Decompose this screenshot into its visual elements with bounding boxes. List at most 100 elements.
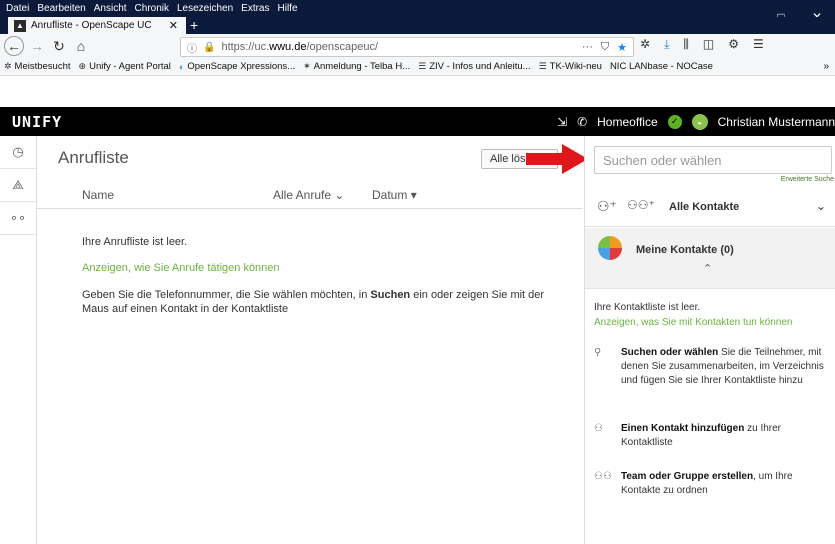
page-title: Anrufliste: [58, 148, 129, 167]
home-icon[interactable]: ⌂: [72, 37, 90, 55]
menu-ansicht[interactable]: Ansicht: [94, 3, 127, 14]
contacts-toolbar: ⚇⁺ ⚇⚇⁺ Alle Kontakte ⌄: [585, 188, 835, 227]
menu-extras[interactable]: Extras: [241, 3, 269, 14]
instructions-pre: Geben Sie die Telefonnummer, die Sie wäh…: [82, 289, 371, 301]
page-gap: [0, 76, 835, 107]
bookmarks-more-button[interactable]: »: [823, 61, 829, 72]
reload-icon[interactable]: ↻: [50, 37, 68, 55]
add-contact-icon[interactable]: ⚇⁺: [597, 198, 617, 215]
contacts-empty-message: Ihre Kontaktliste ist leer.: [594, 302, 701, 313]
url-path: /openscapeuc/: [306, 41, 379, 53]
search-input[interactable]: Suchen oder wählen: [594, 146, 832, 174]
bookmark-telba[interactable]: ✶ Anmeldung - Telba H...: [303, 61, 410, 72]
info-icon[interactable]: ⓘ: [187, 40, 197, 55]
sidebar-icon[interactable]: ◫: [703, 37, 714, 52]
filter-label: Alle Anrufe: [273, 188, 332, 202]
add-group-icon[interactable]: ⚇⚇⁺: [627, 198, 655, 212]
my-contacts-section[interactable]: Meine Kontakte (0) ⌃: [585, 228, 835, 289]
forward-call-icon[interactable]: ⇲: [557, 115, 567, 129]
page-actions-icon[interactable]: ···: [582, 41, 593, 54]
app-header: unify ⇲ ✆ Homeoffice ✓ ◒ Christian Muste…: [0, 107, 835, 136]
tab-close-icon[interactable]: ✕: [169, 19, 178, 32]
bookmark-star-icon[interactable]: ★: [617, 41, 627, 54]
url-bar[interactable]: ⓘ 🔒 https://uc. wwu.de/openscapeuc/ ··· ⛉…: [180, 37, 634, 57]
help-link[interactable]: Anzeigen, wie Sie Anrufe tätigen können: [82, 262, 280, 274]
url-domain: wwu.de: [269, 41, 307, 53]
tab-bar: ▲ Anrufliste - OpenScape UC ✕ +: [0, 17, 835, 34]
bookmark-lanbase[interactable]: NIC LANbase - NOCase: [610, 61, 713, 72]
add-group-icon: ⚇⚇: [594, 471, 612, 482]
search-icon: ⚲: [594, 347, 602, 358]
avatar[interactable]: ◒: [691, 113, 708, 130]
empty-message: Ihre Anrufliste ist leer.: [82, 236, 188, 248]
column-date[interactable]: Datum ▾: [372, 188, 417, 202]
network-icon[interactable]: ⟁: [0, 169, 36, 202]
new-tab-button[interactable]: +: [190, 17, 198, 34]
contacts-help-link[interactable]: Anzeigen, was Sie mit Kontakten tun könn…: [594, 317, 792, 328]
download-icon[interactable]: ⤓: [664, 37, 669, 52]
bookmark-xpressions[interactable]: ◐ OpenScape Xpressions...: [179, 61, 295, 72]
call-list-panel: Anrufliste Alle löschen Name Alle Anrufe…: [37, 136, 583, 544]
menu-icon[interactable]: ☰: [753, 37, 764, 52]
menu-bar: Datei Bearbeiten Ansicht Chronik Lesezei…: [0, 0, 835, 17]
tip-search: ⚲ Suchen oder wählen Sie die Teilnehmer,…: [594, 346, 824, 406]
status-label[interactable]: Homeoffice: [597, 115, 657, 129]
star-icon: ✶: [303, 61, 311, 71]
menu-hilfe[interactable]: Hilfe: [278, 3, 298, 14]
column-name[interactable]: Name: [82, 188, 114, 202]
chevron-down-icon: ⌄: [334, 188, 345, 202]
url-actions: ··· ⛉ ★: [582, 41, 627, 54]
menu-datei[interactable]: Datei: [6, 3, 29, 14]
lock-icon: 🔒: [203, 41, 216, 53]
menu-lesezeichen[interactable]: Lesezeichen: [177, 3, 233, 14]
menu-bearbeiten[interactable]: Bearbeiten: [37, 3, 85, 14]
library-icon[interactable]: ⫼: [683, 37, 689, 52]
tip-add-contact: ⚇ Einen Kontakt hinzufügen zu Ihrer Kont…: [594, 422, 824, 452]
advanced-search-link[interactable]: Erweiterte Suche: [781, 176, 834, 183]
bookmark-label: Meistbesucht: [14, 61, 71, 72]
chevron-up-icon[interactable]: ⌃: [703, 262, 712, 275]
back-icon[interactable]: ←: [4, 36, 24, 56]
bookmark-tk-wiki[interactable]: ☰ TK-Wiki-neu: [539, 61, 602, 72]
header-right: ⇲ ✆ Homeoffice ✓ ◒ Christian Mustermann: [557, 107, 835, 136]
voicemail-icon[interactable]: ∘∘: [0, 202, 36, 235]
sort-down-icon: ▾: [410, 188, 417, 202]
list-icon: ☰: [418, 61, 427, 71]
extension-gear-icon[interactable]: ✲: [640, 37, 650, 52]
bookmarks-toolbar: ✲ Meistbesucht ⊕ Unify - Agent Portal ◐ Ope…: [0, 58, 835, 76]
toolbar-right: ✲ ⤓ ⫼ ◫ ⚙ ☰: [640, 37, 764, 52]
call-history-icon[interactable]: ◷: [0, 136, 36, 169]
bookmark-label: NIC LANbase - NOCase: [609, 61, 713, 72]
gear-icon: ✲: [4, 61, 12, 71]
date-label: Datum: [372, 188, 408, 202]
bookmark-ziv[interactable]: ☰ ZIV - Infos und Anleitu...: [418, 61, 530, 72]
left-navigation: ◷ ⟁ ∘∘: [0, 136, 37, 544]
contacts-panel: Suchen oder wählen Erweiterte Suche ⚇⁺ ⚇…: [584, 136, 835, 544]
menu-chronik[interactable]: Chronik: [135, 3, 169, 14]
add-contact-icon: ⚇: [594, 423, 603, 434]
filter-dropdown[interactable]: Alle Anrufe ⌄: [273, 188, 344, 202]
bookmark-label: TK-Wiki-neu: [549, 61, 602, 72]
tip-bold: Team oder Gruppe erstellen: [621, 471, 754, 482]
bookmark-label: Anmeldung - Telba H...: [313, 61, 411, 72]
status-available-icon[interactable]: ✓: [667, 114, 682, 129]
presence-phone-icon[interactable]: ✆: [577, 115, 587, 129]
tip-bold: Einen Kontakt hinzufügen: [621, 423, 745, 434]
url-prefix: https://uc.: [221, 41, 270, 53]
user-name[interactable]: Christian Mustermann: [718, 115, 835, 129]
instructions-bold: Suchen: [370, 289, 411, 301]
bookmark-agent-portal[interactable]: ⊕ Unify - Agent Portal: [79, 61, 171, 72]
contacts-group-icon: [598, 236, 622, 260]
pocket-icon[interactable]: ⛉: [601, 41, 609, 54]
red-arrow-icon: [526, 144, 588, 174]
forward-icon[interactable]: →: [28, 37, 46, 55]
extension-icon[interactable]: ⚙: [728, 37, 739, 52]
bookmark-meistbesucht[interactable]: ✲ Meistbesucht: [4, 61, 71, 72]
contacts-filter-label[interactable]: Alle Kontakte: [669, 201, 739, 213]
bookmark-label: Unify - Agent Portal: [89, 61, 171, 72]
tab-anrufliste[interactable]: ▲ Anrufliste - OpenScape UC ✕: [8, 17, 186, 34]
bookmark-label: OpenScape Xpressions...: [187, 61, 296, 72]
bookmark-label: ZIV - Infos und Anleitu...: [429, 61, 531, 72]
chevron-down-icon[interactable]: ⌄: [816, 199, 826, 213]
column-headers: Name Alle Anrufe ⌄ Datum ▾: [37, 184, 583, 209]
